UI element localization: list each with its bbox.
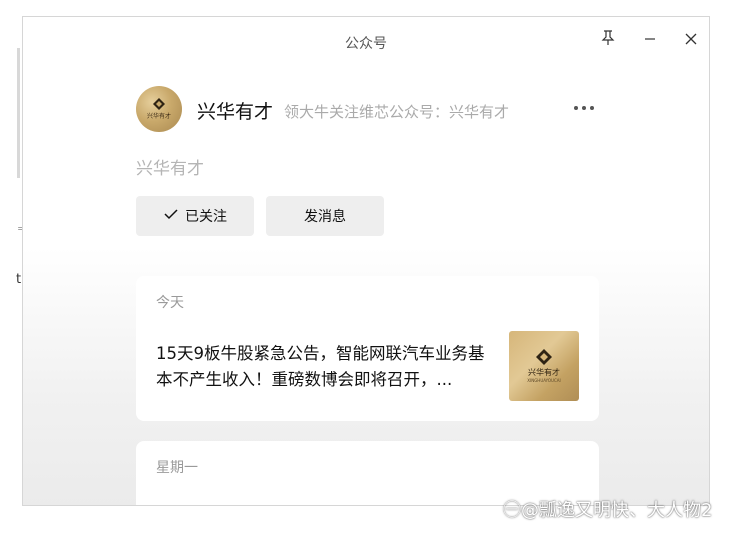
pin-icon	[601, 30, 615, 50]
article-date: 今天	[156, 295, 184, 311]
close-icon	[684, 31, 698, 50]
background-scrollbar	[17, 48, 20, 178]
thumbnail-subtext: XINGHUAYOUCAI	[527, 378, 561, 383]
official-account-window: 公众号 兴华有才 兴华有才 领大牛关注维芯公众号：兴华有才 兴华有才 已关注 发…	[22, 16, 710, 506]
logo-diamond-icon	[153, 98, 165, 110]
account-description: 领大牛关注维芯公众号：兴华有才	[284, 103, 510, 121]
send-message-label: 发消息	[304, 209, 346, 225]
more-dot-icon	[574, 106, 578, 110]
followed-button[interactable]: 已关注	[136, 196, 254, 236]
pin-button[interactable]	[593, 25, 623, 55]
close-button[interactable]	[676, 25, 706, 55]
avatar[interactable]: 兴华有才	[136, 86, 182, 132]
background-text-fragment: t	[16, 272, 22, 287]
minimize-icon	[643, 31, 657, 50]
logo-diamond-icon	[536, 349, 552, 365]
send-message-button[interactable]: 发消息	[266, 196, 384, 236]
article-date: 星期一	[156, 460, 198, 476]
more-dot-icon	[582, 106, 586, 110]
article-title[interactable]: 15天9板牛股紧急公告，智能网联汽车业务基本不产生收入！重磅数博会即将召开，..…	[156, 341, 494, 393]
account-name: 兴华有才	[197, 101, 274, 123]
article-thumbnail[interactable]: 兴华有才 XINGHUAYOUCAI	[509, 331, 579, 401]
minimize-button[interactable]	[635, 25, 665, 55]
account-subtitle: 兴华有才	[136, 159, 204, 179]
avatar-text: 兴华有才	[146, 113, 171, 120]
watermark: ㊀@瓢逸又明快、大人物2	[503, 500, 713, 521]
thumbnail-text: 兴华有才	[528, 368, 560, 377]
article-card[interactable]: 今天 15天9板牛股紧急公告，智能网联汽车业务基本不产生收入！重磅数博会即将召开…	[136, 276, 599, 421]
more-options-button[interactable]	[569, 95, 599, 121]
more-dot-icon	[590, 106, 594, 110]
background-window-edge: = t	[0, 0, 26, 534]
check-icon	[163, 207, 179, 225]
followed-label: 已关注	[185, 209, 227, 225]
